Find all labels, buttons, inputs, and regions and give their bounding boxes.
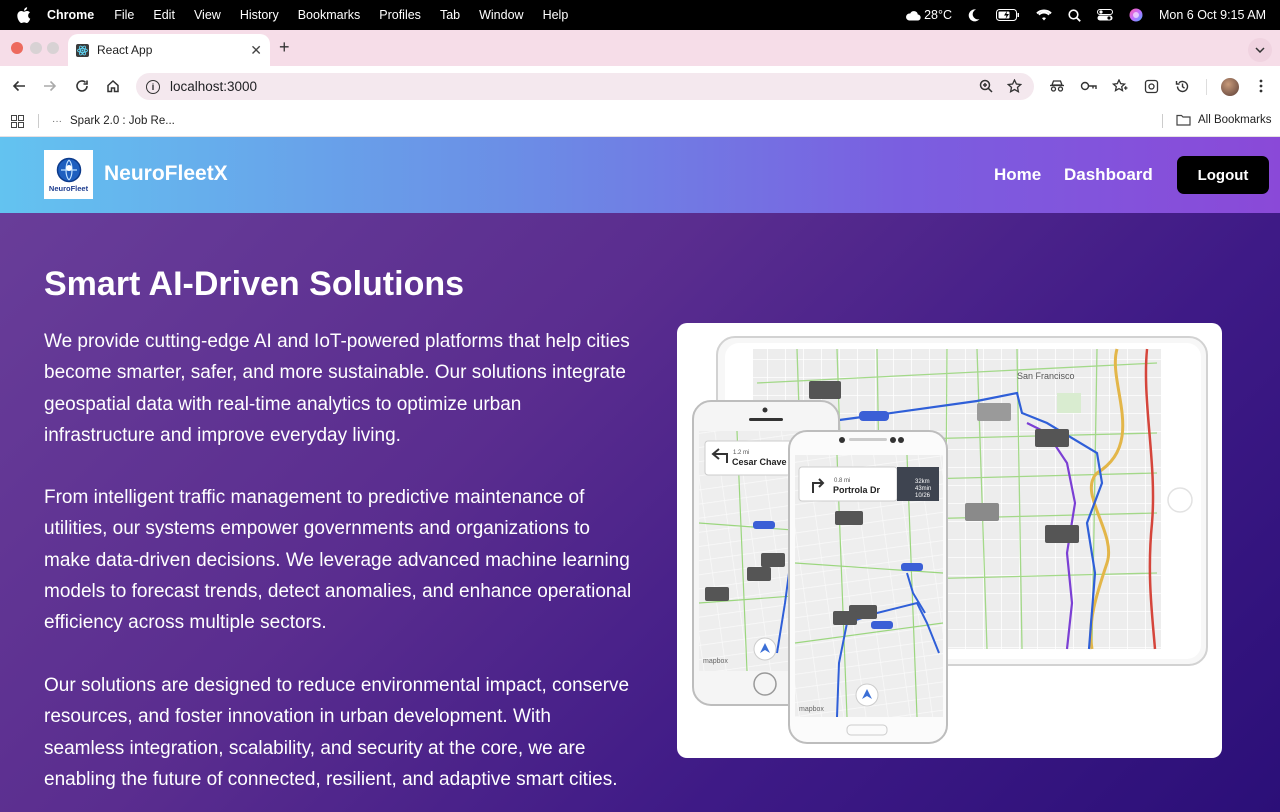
temperature-text: 28°C [924, 8, 952, 22]
nav-dashboard-link[interactable]: Dashboard [1064, 165, 1153, 185]
menu-view[interactable]: View [194, 8, 221, 22]
menu-app-name[interactable]: Chrome [47, 8, 94, 22]
macos-menu-bar: Chrome File Edit View History Bookmarks … [0, 0, 1280, 30]
status-area: 28°C Mon 6 Oct 9:15 AM [905, 8, 1266, 22]
site-navbar: NeuroFleet NeuroFleetX Home Dashboard Lo… [0, 137, 1280, 213]
weather-cloud-icon[interactable]: 28°C [905, 8, 952, 22]
brand-name[interactable]: NeuroFleetX [104, 162, 228, 186]
web-page: NeuroFleet NeuroFleetX Home Dashboard Lo… [0, 137, 1280, 812]
profile-avatar[interactable] [1221, 78, 1239, 96]
tablet-map-label: San Francisco [1017, 371, 1075, 381]
eta-arrival: 10/26 [915, 493, 931, 499]
intro-paragraph: We provide cutting-edge AI and IoT-power… [44, 331, 630, 446]
eta-time: 43min [915, 486, 931, 492]
menu-window[interactable]: Window [479, 8, 523, 22]
logo-globe-icon [56, 157, 81, 182]
battery-icon[interactable] [996, 9, 1020, 21]
bookmark-divider-right [1162, 114, 1163, 128]
spotlight-search-icon[interactable] [1068, 8, 1081, 22]
new-tab-icon[interactable]: + [279, 37, 290, 58]
apps-grid-icon[interactable] [11, 115, 24, 131]
tab-close-icon[interactable]: ✕ [250, 42, 262, 59]
page-title: Smart AI-Driven Solutions [44, 265, 465, 303]
nav-home-link[interactable]: Home [994, 165, 1041, 185]
control-center-icon[interactable] [1097, 9, 1113, 21]
product-image: San Francisco 1.2 mi Cesar Chave mapbox [677, 323, 1222, 758]
menu-profiles[interactable]: Profiles [379, 8, 421, 22]
left-phone-brand: mapbox [703, 658, 728, 665]
tab-strip: React App ✕ [0, 30, 1280, 66]
url-text[interactable]: localhost:3000 [170, 79, 257, 94]
zoom-icon[interactable] [972, 72, 1000, 100]
all-bookmarks-label: All Bookmarks [1198, 114, 1272, 126]
window-close-button[interactable] [11, 42, 23, 54]
tab-title: React App [97, 43, 153, 57]
address-bar[interactable]: i localhost:3000 [136, 73, 1034, 100]
bookmark-star-icon[interactable] [1000, 72, 1028, 100]
reading-list-star-icon[interactable] [1106, 72, 1134, 100]
right-phone-brand: mapbox [799, 706, 824, 713]
menu-edit[interactable]: Edit [153, 8, 175, 22]
eta-distance: 32km [915, 479, 930, 485]
bookmarks-bar: ··· Spark 2.0 : Job Re... All Bookmarks [0, 106, 1280, 137]
brand-logo[interactable]: NeuroFleet [44, 150, 93, 199]
left-phone-street: Cesar Chave [732, 457, 787, 467]
reload-icon[interactable] [68, 72, 96, 100]
devices-map-illustration: San Francisco 1.2 mi Cesar Chave mapbox [692, 336, 1208, 744]
forward-arrow-icon[interactable] [36, 72, 64, 100]
home-icon[interactable] [99, 72, 127, 100]
menu-history[interactable]: History [240, 8, 279, 22]
apple-icon[interactable] [17, 7, 33, 23]
browser-toolbar: i localhost:3000 [0, 66, 1280, 106]
history-icon[interactable] [1168, 72, 1196, 100]
bookmark-spark[interactable]: ··· Spark 2.0 : Job Re... [52, 115, 175, 127]
wifi-icon[interactable] [1036, 9, 1052, 21]
back-arrow-icon[interactable] [5, 72, 33, 100]
bookmark-divider [38, 114, 39, 128]
menu-file[interactable]: File [114, 8, 134, 22]
react-favicon-icon [76, 43, 89, 57]
window-minimize-button[interactable] [30, 42, 42, 54]
features-paragraph: From intelligent traffic management to p… [44, 487, 632, 634]
bookmark-label: Spark 2.0 : Job Re... [70, 115, 175, 127]
bookmark-favicon-icon: ··· [52, 115, 62, 127]
tab-react-app[interactable]: React App ✕ [68, 34, 270, 66]
logout-button[interactable]: Logout [1177, 156, 1269, 194]
extension-incognito-icon[interactable] [1043, 72, 1071, 100]
all-bookmarks-button[interactable]: All Bookmarks [1176, 114, 1272, 126]
menu-help[interactable]: Help [543, 8, 569, 22]
right-phone-street: Portrola Dr [833, 485, 881, 495]
menu-bookmarks[interactable]: Bookmarks [298, 8, 361, 22]
clock-text[interactable]: Mon 6 Oct 9:15 AM [1159, 8, 1266, 22]
window-zoom-button[interactable] [47, 42, 59, 54]
site-info-icon[interactable]: i [146, 79, 160, 94]
menu-tab[interactable]: Tab [440, 8, 460, 22]
screenshot-icon[interactable] [1137, 72, 1165, 100]
toolbar-divider [1206, 79, 1207, 95]
left-phone-distance: 1.2 mi [733, 450, 749, 456]
siri-icon[interactable] [1129, 8, 1143, 22]
right-phone-distance: 0.8 mi [834, 478, 850, 484]
logo-caption: NeuroFleet [48, 183, 89, 193]
folder-icon [1176, 114, 1191, 126]
sustainability-paragraph: Our solutions are designed to reduce env… [44, 675, 630, 790]
tab-search-chevron-icon[interactable] [1248, 38, 1272, 62]
chrome-menu-icon[interactable] [1247, 72, 1275, 100]
moon-icon[interactable] [968, 8, 980, 22]
password-key-icon[interactable] [1075, 72, 1103, 100]
